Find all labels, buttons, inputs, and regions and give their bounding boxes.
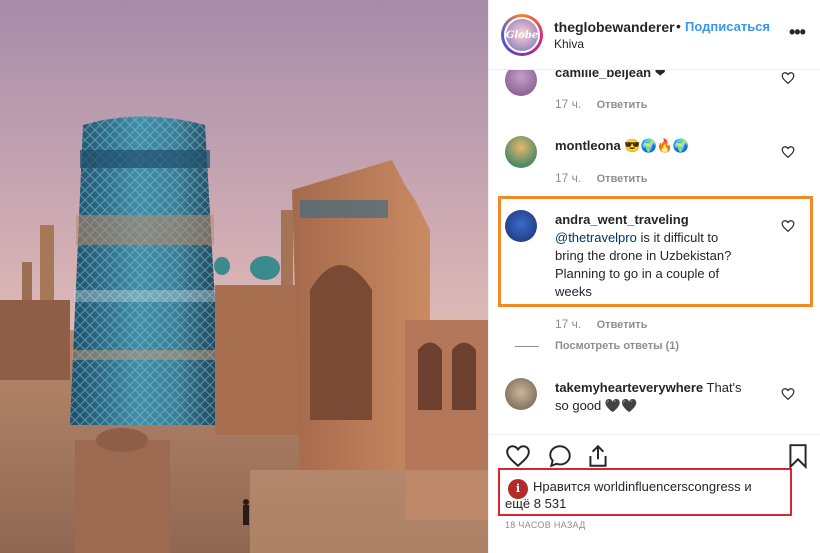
comment-text-line: weeks: [555, 284, 592, 299]
post-photo[interactable]: [0, 0, 488, 553]
reply-button[interactable]: Ответить: [597, 99, 648, 111]
likes-count[interactable]: ещё 8 531: [505, 496, 566, 511]
liker-username[interactable]: worldinfluencerscongress: [594, 479, 741, 494]
reply-button[interactable]: Ответить: [597, 319, 648, 331]
comment-like-heart-icon[interactable]: [781, 387, 795, 401]
comment-text-line: bring the drone in Uzbekistan?: [555, 248, 732, 263]
comment-age: 17 ч.: [555, 171, 582, 185]
comment-text-line: Planning to go in a couple of: [555, 266, 720, 281]
bookmark-icon[interactable]: [785, 443, 811, 469]
comment-meta: 17 ч. Ответить: [555, 317, 647, 331]
comment: camille_beljean ❤: [555, 70, 666, 82]
likes-summary: Нравится worldinfluencerscongress и: [533, 479, 752, 494]
follow-button[interactable]: Подписаться: [685, 19, 770, 34]
avatar-logo-text: Globe: [505, 29, 539, 41]
comment-age: 17 ч.: [555, 97, 582, 111]
comment: andra_went_traveling: [555, 211, 689, 229]
comment-text: ❤: [654, 70, 666, 80]
mention-link[interactable]: @thetravelpro: [555, 230, 637, 245]
commenter-avatar[interactable]: [505, 136, 537, 168]
author-avatar[interactable]: Globe: [501, 14, 543, 56]
comment-like-heart-icon[interactable]: [781, 71, 795, 85]
heart-icon[interactable]: [505, 443, 531, 469]
comment-text-line: @thetravelpro is it difficult to: [555, 230, 719, 245]
comment-username[interactable]: montleona: [555, 138, 621, 153]
post-timestamp[interactable]: 18 ЧАСОВ НАЗАД: [505, 520, 586, 530]
comment-username[interactable]: takemyhearteverywhere: [555, 380, 703, 395]
author-username[interactable]: theglobewanderer: [554, 19, 675, 35]
comment-like-heart-icon[interactable]: [781, 145, 795, 159]
reply-button[interactable]: Ответить: [597, 173, 648, 185]
commenter-avatar[interactable]: [505, 210, 537, 242]
comment-meta: 17 ч. Ответить: [555, 97, 647, 111]
comment-age: 17 ч.: [555, 317, 582, 331]
khiva-photo-illustration: [0, 0, 488, 553]
comment: takemyhearteverywhere That's: [555, 379, 742, 397]
share-icon[interactable]: [585, 443, 611, 469]
view-replies-button[interactable]: Посмотреть ответы (1): [555, 340, 679, 352]
separator-dot: •: [676, 18, 681, 34]
comment-text-line: so good 🖤🖤: [555, 398, 638, 413]
commenter-avatar[interactable]: [505, 70, 537, 96]
comment-meta: 17 ч. Ответить: [555, 171, 647, 185]
comment-text: 😎🌍🔥🌍: [624, 138, 690, 153]
comment-username[interactable]: camille_beljean: [555, 70, 651, 80]
post-header: Globe theglobewanderer • Подписаться Khi…: [489, 0, 820, 70]
post-location[interactable]: Khiva: [554, 37, 584, 51]
comment: montleona 😎🌍🔥🌍: [555, 137, 689, 155]
comment-like-heart-icon[interactable]: [781, 219, 795, 233]
comment-username[interactable]: andra_went_traveling: [555, 212, 689, 227]
comment-icon[interactable]: [547, 443, 573, 469]
more-horizontal-icon[interactable]: •••: [789, 22, 806, 43]
comment-text: That's: [706, 380, 742, 395]
comments-list[interactable]: camille_beljean ❤ 17 ч. Ответить montleo…: [489, 70, 820, 434]
commenter-avatar[interactable]: [505, 378, 537, 410]
post-panel: Globe theglobewanderer • Подписаться Khi…: [488, 0, 820, 553]
